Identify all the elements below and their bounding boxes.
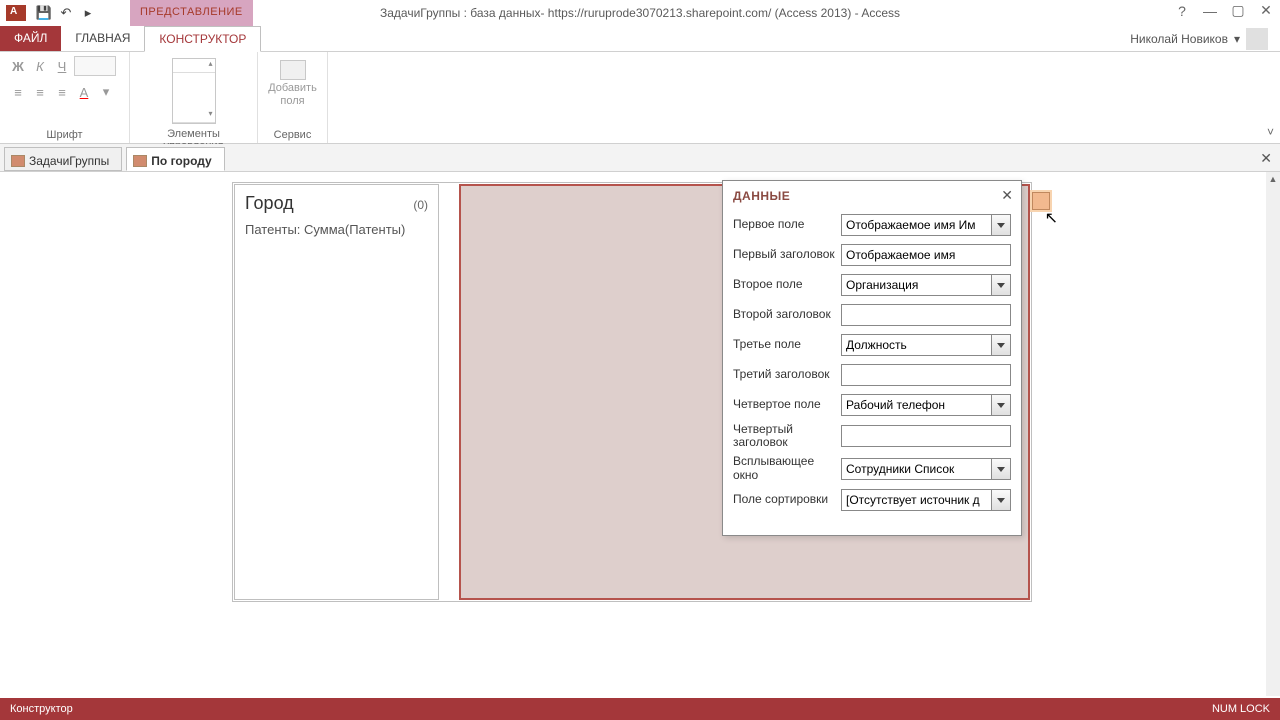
popup-window-select[interactable]: Сотрудники Список (841, 458, 1011, 480)
data-properties-pane: ДАННЫЕ ✕ Первое поле Отображаемое имя Им… (722, 180, 1022, 536)
save-icon[interactable]: 💾 (36, 5, 52, 21)
table-icon (11, 155, 25, 167)
user-name: Николай Новиков (1130, 32, 1228, 46)
group-count: (0) (413, 198, 428, 212)
design-canvas[interactable]: Город (0) Патенты: Сумма(Патенты) ↖ (0, 172, 1280, 696)
ribbon: Ж К Ч ≡ ≡ ≡ A ▾ Шрифт ▴ ▾ Элементы управ… (0, 52, 1280, 144)
font-color-button[interactable]: A (74, 82, 94, 102)
document-tabs: ЗадачиГруппы По городу ✕ (0, 144, 1280, 172)
close-icon[interactable]: ✕ (1256, 2, 1276, 19)
cursor-icon: ↖ (1045, 208, 1058, 228)
scroll-up-icon[interactable]: ▲ (1266, 172, 1280, 186)
second-field-label: Второе поле (733, 278, 841, 291)
align-center-icon[interactable]: ≡ (30, 82, 50, 102)
first-field-select[interactable]: Отображаемое имя Им (841, 214, 1011, 236)
contextual-tab-label: ПРЕДСТАВЛЕНИЕ (130, 0, 253, 26)
app-icon (6, 5, 26, 21)
group-service: Добавить поля Сервис (258, 52, 328, 143)
underline-button[interactable]: Ч (52, 56, 72, 76)
third-header-input[interactable] (841, 364, 1011, 386)
group-service-label: Сервис (266, 127, 319, 141)
user-account[interactable]: Николай Новиков ▾ (1130, 26, 1268, 51)
doc-tab-zadachigruppy[interactable]: ЗадачиГруппы (4, 147, 122, 171)
help-icon[interactable]: ? (1172, 3, 1192, 19)
vertical-scrollbar[interactable]: ▲ (1266, 172, 1280, 696)
chevron-down-icon: ▾ (1234, 32, 1240, 46)
third-field-select[interactable]: Должность (841, 334, 1011, 356)
doc-tab-label: ЗадачиГруппы (29, 154, 109, 168)
group-aggregate-label: Патенты: Сумма(Патенты) (245, 222, 428, 237)
align-left-icon[interactable]: ≡ (8, 82, 28, 102)
doc-tab-label: По городу (151, 154, 211, 168)
align-right-icon[interactable]: ≡ (52, 82, 72, 102)
window-title: ЗадачиГруппы : база данных- https://ruru… (380, 6, 900, 20)
chevron-down-icon[interactable]: ▾ (96, 82, 116, 102)
fourth-field-select[interactable]: Рабочий телефон (841, 394, 1011, 416)
restore-icon[interactable]: ▢ (1228, 2, 1248, 19)
group-controls: ▴ ▾ Элементы управления (130, 52, 258, 143)
third-header-label: Третий заголовок (733, 368, 841, 381)
status-numlock: NUM LOCK (1212, 703, 1270, 715)
doc-tab-pogorodu[interactable]: По городу (126, 147, 224, 171)
bold-button[interactable]: Ж (8, 56, 28, 76)
pane-title: ДАННЫЕ (733, 189, 1011, 203)
titlebar: 💾 ↶ ▸ ПРЕДСТАВЛЕНИЕ ЗадачиГруппы : база … (0, 0, 1280, 26)
first-header-input[interactable]: Отображаемое имя (841, 244, 1011, 266)
ribbon-tabs: ФАЙЛ ГЛАВНАЯ КОНСТРУКТОР Николай Новиков… (0, 26, 1280, 52)
tab-design[interactable]: КОНСТРУКТОР (144, 26, 261, 52)
doc-tab-close-icon[interactable]: ✕ (1260, 150, 1272, 167)
group-header-panel[interactable]: Город (0) Патенты: Сумма(Патенты) (234, 184, 439, 600)
sort-field-label: Поле сортировки (733, 493, 841, 506)
first-header-label: Первый заголовок (733, 248, 841, 261)
pane-close-icon[interactable]: ✕ (1001, 187, 1013, 204)
popup-window-label: Всплывающее окно (733, 455, 841, 481)
qat-more-icon[interactable]: ▸ (80, 5, 96, 21)
group-font-label: Шрифт (8, 127, 121, 141)
minimize-icon[interactable]: — (1200, 3, 1220, 19)
control-gallery[interactable]: ▴ ▾ (172, 58, 216, 124)
group-font: Ж К Ч ≡ ≡ ≡ A ▾ Шрифт (0, 52, 130, 143)
avatar (1246, 28, 1268, 50)
add-fields-icon (280, 60, 306, 80)
first-field-label: Первое поле (733, 218, 841, 231)
second-header-label: Второй заголовок (733, 308, 841, 321)
font-size-combo[interactable] (74, 56, 116, 76)
tab-home[interactable]: ГЛАВНАЯ (61, 26, 144, 51)
quick-access-toolbar: 💾 ↶ ▸ (36, 5, 96, 21)
second-header-input[interactable] (841, 304, 1011, 326)
italic-button[interactable]: К (30, 56, 50, 76)
third-field-label: Третье поле (733, 338, 841, 351)
table-icon (133, 155, 147, 167)
group-field-label: Город (245, 193, 294, 214)
fourth-header-label: Четвертый заголовок (733, 423, 841, 449)
fourth-field-label: Четвертое поле (733, 398, 841, 411)
window-controls: ? — ▢ ✕ (1172, 2, 1276, 19)
sort-field-select[interactable]: [Отсутствует источник д (841, 489, 1011, 511)
second-field-select[interactable]: Организация (841, 274, 1011, 296)
ribbon-collapse-icon[interactable]: ˅ (1267, 125, 1274, 139)
add-fields-button[interactable]: Добавить поля (266, 56, 319, 112)
status-bar: Конструктор NUM LOCK (0, 698, 1280, 720)
status-mode: Конструктор (10, 703, 73, 715)
tab-file[interactable]: ФАЙЛ (0, 26, 61, 51)
undo-icon[interactable]: ↶ (58, 5, 74, 21)
fourth-header-input[interactable] (841, 425, 1011, 447)
